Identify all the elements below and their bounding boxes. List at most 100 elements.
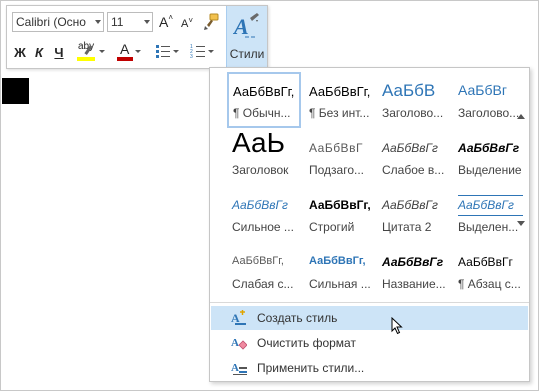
mouse-cursor-icon: [391, 317, 403, 335]
style-book-title[interactable]: АаБбВвГг Название...: [377, 243, 451, 299]
font-size-combo[interactable]: 11: [107, 12, 153, 32]
style-name: Строгий: [309, 220, 355, 234]
style-sample: АаБбВвГг,: [309, 255, 366, 267]
style-name: Подзаго...: [309, 163, 365, 177]
style-sample: АаБбВвГг,: [309, 198, 371, 212]
chevron-down-icon[interactable]: [144, 20, 150, 24]
grow-font-button[interactable]: A ˄: [157, 11, 175, 33]
style-name: Выделение: [458, 163, 522, 177]
style-name: ¶ Обычн...: [233, 106, 291, 120]
styles-button[interactable]: A Стили: [226, 6, 267, 67]
bullet-list-icon: [156, 45, 170, 58]
svg-text:A: A: [231, 337, 239, 349]
numbered-list-icon: 1 2 3: [190, 44, 205, 59]
styles-icon: A: [233, 13, 259, 39]
style-subtitle[interactable]: АаБбВвГ Подзаго...: [304, 129, 378, 185]
highlight-button[interactable]: аbу: [75, 40, 107, 62]
grow-font-label: A: [158, 14, 169, 30]
apply-styles-label: Применить стили...: [257, 361, 365, 375]
style-name: Выделен...: [458, 220, 519, 234]
italic-button[interactable]: К: [31, 41, 47, 63]
style-sample: АаБбВвГ: [309, 141, 363, 155]
clear-formatting-icon: A: [231, 337, 247, 350]
svg-text:A: A: [231, 362, 239, 374]
style-title[interactable]: АаЬ Заголовок: [227, 129, 301, 185]
style-sample: АаБбВвГг,: [232, 255, 284, 267]
font-color-button[interactable]: А: [115, 40, 143, 62]
font-color-label: А: [120, 41, 130, 57]
style-strong[interactable]: АаБбВвГг, Строгий: [304, 186, 378, 242]
style-name: Название...: [382, 277, 446, 291]
create-style-icon: A: [231, 310, 246, 325]
bold-button[interactable]: Ж: [12, 41, 28, 63]
style-name: Заголовок: [232, 163, 289, 177]
style-sample: АаБбВвГг: [458, 255, 513, 269]
create-style-command[interactable]: A Создать стиль: [211, 306, 528, 330]
style-intense-emphasis[interactable]: АаБбВвГг Сильное ...: [227, 186, 301, 242]
style-no-spacing[interactable]: АаБбВвГг, ¶ Без инт...: [304, 72, 378, 128]
style-name: Слабое в...: [382, 163, 445, 177]
style-subtle-emphasis[interactable]: АаБбВвГг Слабое в...: [377, 129, 451, 185]
style-list-paragraph[interactable]: АаБбВвГг ¶ Абзац с...: [453, 243, 527, 299]
style-emphasis[interactable]: АаБбВвГг Выделение: [453, 129, 527, 185]
style-sample: АаБбВвГг: [382, 255, 444, 269]
numbering-button[interactable]: 1 2 3: [187, 40, 217, 62]
style-sample: АаБбВвГг: [458, 141, 520, 155]
chevron-down-icon[interactable]: [208, 49, 214, 53]
shrink-font-label: A: [180, 18, 189, 30]
style-quote-2[interactable]: АаБбВвГг Цитата 2: [377, 186, 451, 242]
gallery-divider: [210, 302, 529, 303]
format-painter-icon: [204, 13, 219, 30]
highlighter-icon: аbу: [77, 41, 97, 61]
font-name-combo[interactable]: Calibri (Осно: [12, 12, 104, 32]
bullets-button[interactable]: [153, 40, 181, 62]
clear-formatting-label: Очистить формат: [257, 336, 356, 350]
styles-label: Стили: [229, 47, 265, 61]
style-sample: АаБбВвГг: [382, 141, 438, 155]
style-name: Слабая с...: [232, 277, 294, 291]
svg-text:3: 3: [190, 54, 193, 59]
svg-text:A: A: [233, 14, 249, 39]
scroll-up-icon[interactable]: [517, 108, 525, 122]
format-painter-button[interactable]: [201, 11, 221, 33]
shrink-font-button[interactable]: A ˅: [179, 13, 195, 35]
style-sample: АаБбВг: [458, 82, 507, 98]
style-sample: АаБбВвГг: [458, 198, 514, 212]
style-sample: АаБбВвГг,: [233, 84, 295, 99]
style-name: Сильная ...: [309, 277, 371, 291]
style-sample: АаБбВвГг: [232, 198, 288, 212]
style-name: Заголово...: [458, 106, 520, 120]
scroll-down-icon[interactable]: [517, 216, 525, 230]
clear-formatting-command[interactable]: A Очистить формат: [211, 331, 528, 355]
styles-gallery: АаБбВвГг, ¶ Обычн... АаБбВвГг, ¶ Без инт…: [209, 67, 530, 382]
chevron-down-icon[interactable]: [95, 20, 101, 24]
style-name: Заголово...: [382, 106, 444, 120]
bold-label: Ж: [14, 44, 26, 60]
style-sample: АаЬ: [232, 129, 285, 158]
style-name: Сильное ...: [232, 220, 294, 234]
style-heading-2[interactable]: АаБбВг Заголово...: [453, 72, 527, 128]
style-normal[interactable]: АаБбВвГг, ¶ Обычн...: [227, 72, 301, 128]
style-intense-reference[interactable]: АаБбВвГг, Сильная ...: [304, 243, 378, 299]
chevron-down-icon[interactable]: [99, 49, 105, 53]
style-sample: АаБбВвГг,: [309, 84, 371, 99]
style-sample: АаБбВвГг: [382, 198, 438, 212]
style-sample: АаБбВ: [382, 81, 436, 100]
underline-button[interactable]: Ч: [51, 41, 67, 63]
mini-toolbar: Calibri (Осно 11 A ˄ A ˅ Ж К Ч аbу А 1 2…: [6, 5, 268, 69]
style-intense-quote[interactable]: АаБбВвГг Выделен...: [453, 186, 527, 242]
style-name: Цитата 2: [382, 220, 432, 234]
svg-text:A: A: [231, 311, 240, 325]
font-color-icon: А: [117, 41, 133, 61]
italic-label: К: [35, 44, 43, 60]
styles-grid: АаБбВвГг, ¶ Обычн... АаБбВвГг, ¶ Без инт…: [224, 72, 523, 299]
style-subtle-reference[interactable]: АаБбВвГг, Слабая с...: [227, 243, 301, 299]
style-name: ¶ Абзац с...: [458, 277, 521, 291]
apply-styles-icon: A: [231, 362, 247, 375]
underline-label: Ч: [54, 44, 64, 60]
chevron-down-icon[interactable]: [173, 49, 179, 53]
font-name-value: Calibri (Осно: [16, 15, 86, 29]
style-heading-1[interactable]: АаБбВ Заголово...: [377, 72, 451, 128]
chevron-down-icon[interactable]: [135, 49, 141, 53]
apply-styles-command[interactable]: A Применить стили...: [211, 356, 528, 380]
